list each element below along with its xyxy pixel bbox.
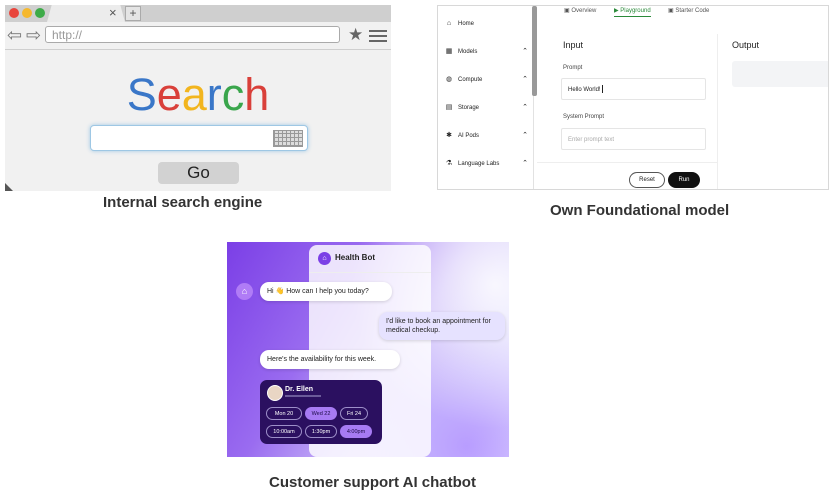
logo-letter: S [126, 69, 157, 120]
logo-letter: r [206, 69, 222, 120]
system-prompt-input[interactable]: Enter prompt text [561, 128, 706, 150]
tab-close-icon[interactable]: × [109, 6, 117, 20]
chatbot-panel: ⌂ Health Bot ⌂ Hi 👋 How can I help you t… [227, 242, 509, 457]
appointment-card: Dr. Ellen Mon 20 Wed 22 Fri 24 10:00am 1… [260, 380, 382, 444]
day-slot[interactable]: Fri 24 [340, 407, 368, 420]
logo-letter: h [244, 69, 270, 120]
bot-message: Here's the availability for this week. [260, 350, 400, 369]
chat-header: ⌂ Health Bot [309, 245, 431, 273]
chevron-up-icon[interactable]: ⌃ [522, 130, 528, 142]
prompt-label: Prompt [563, 65, 583, 71]
search-browser-panel: × + ⇦ ⇨ http:// ★ Search Go [5, 5, 391, 191]
models-icon: ▦ [445, 48, 453, 55]
browser-tab-bar: × + [5, 5, 391, 22]
chevron-up-icon[interactable]: ⌃ [522, 158, 528, 170]
compute-icon: ◍ [445, 76, 453, 83]
tab-overview[interactable]: ▣ Overview [564, 6, 596, 16]
time-slot[interactable]: 4:00pm [340, 425, 372, 438]
output-box [732, 61, 828, 87]
output-heading: Output [732, 40, 760, 50]
sidebar-item-storage[interactable]: ▤ Storage ⌃ [444, 102, 528, 114]
run-button[interactable]: Run [668, 172, 700, 188]
sidebar-item-language-labs[interactable]: ⚗ Language Labs ⌃ [444, 158, 528, 170]
logo-letter: a [181, 69, 207, 120]
bookmark-star-icon[interactable]: ★ [348, 25, 363, 45]
go-button[interactable]: Go [158, 162, 239, 184]
play-icon: ▶ [614, 8, 619, 14]
reset-button[interactable]: Reset [629, 172, 665, 188]
language-labs-icon: ⚗ [445, 160, 453, 167]
playground-tabs: ▣ Overview ▶ Playground ▣ Starter Code [538, 6, 828, 18]
browser-toolbar: ⇦ ⇨ http:// ★ [5, 22, 391, 50]
sidebar-item-ai-pods[interactable]: ✱ AI Pods ⌃ [444, 130, 528, 142]
search-input[interactable] [90, 125, 308, 151]
ai-pods-icon: ✱ [446, 132, 452, 139]
chatbot-caption: Customer support AI chatbot [269, 474, 476, 491]
day-slot[interactable]: Mon 20 [266, 407, 302, 420]
logo-letter: c [221, 69, 245, 120]
tab-label: Starter Code [675, 8, 710, 14]
forward-arrow-icon[interactable]: ⇨ [26, 26, 41, 44]
doctor-subtitle-placeholder [285, 395, 321, 397]
sidebar-item-label: Home [458, 21, 475, 27]
sidebar: ⌂ Home ▦ Models ⌃ ◍ Compute ⌃ ▤ Storage … [438, 6, 534, 189]
bot-avatar-icon: ⌂ [236, 283, 253, 300]
sidebar-item-compute[interactable]: ◍ Compute ⌃ [444, 74, 528, 86]
new-tab-button[interactable]: + [125, 6, 141, 21]
time-slot[interactable]: 1:30pm [305, 425, 337, 438]
doctor-avatar [267, 385, 283, 401]
keyboard-icon[interactable] [273, 130, 303, 147]
bot-message: Hi 👋 How can I help you today? [260, 282, 392, 301]
sidebar-item-label: Language Labs [458, 161, 500, 167]
overview-icon: ▣ [564, 8, 570, 14]
back-arrow-icon[interactable]: ⇦ [7, 26, 22, 44]
search-caption: Internal search engine [103, 194, 263, 211]
system-prompt-label: System Prompt [563, 114, 605, 120]
starter-code-icon: ▣ [668, 8, 674, 14]
sidebar-item-label: Models [458, 49, 478, 55]
logo-letter: e [156, 69, 182, 120]
sidebar-item-label: Storage [458, 105, 480, 111]
text-cursor [601, 85, 603, 94]
chat-title: Health Bot [335, 253, 375, 262]
model-playground-panel: ⌂ Home ▦ Models ⌃ ◍ Compute ⌃ ▤ Storage … [437, 5, 829, 190]
tab-label: Playground [620, 8, 651, 14]
day-slot[interactable]: Wed 22 [305, 407, 337, 420]
minimize-window-dot[interactable] [22, 8, 32, 18]
close-window-dot[interactable] [9, 8, 19, 18]
user-message: I'd like to book an appointment for medi… [379, 312, 505, 340]
search-logo: Search [5, 69, 391, 121]
sidebar-item-home[interactable]: ⌂ Home [444, 18, 528, 30]
chevron-up-icon[interactable]: ⌃ [522, 74, 528, 86]
doctor-name: Dr. Ellen [285, 386, 314, 393]
tab-starter-code[interactable]: ▣ Starter Code [668, 6, 709, 16]
chevron-up-icon[interactable]: ⌃ [522, 102, 528, 114]
home-icon: ⌂ [446, 20, 452, 27]
sidebar-item-label: AI Pods [458, 133, 480, 139]
time-slot[interactable]: 10:00am [266, 425, 302, 438]
tab-label: Overview [571, 8, 597, 14]
address-bar[interactable]: http:// [45, 26, 340, 43]
storage-icon: ▤ [445, 104, 453, 111]
robot-icon: ⌂ [318, 252, 331, 265]
menu-icon[interactable] [369, 30, 387, 45]
maximize-window-dot[interactable] [35, 8, 45, 18]
input-heading: Input [563, 40, 584, 50]
sidebar-item-models[interactable]: ▦ Models ⌃ [444, 46, 528, 58]
panel-divider [717, 34, 718, 189]
prompt-value: Hello World! [568, 87, 601, 93]
sidebar-item-label: Compute [458, 77, 483, 83]
chevron-up-icon[interactable]: ⌃ [522, 46, 528, 58]
action-bar: Reset Run [537, 162, 717, 189]
tab-playground[interactable]: ▶ Playground [614, 6, 651, 17]
model-caption: Own Foundational model [550, 202, 730, 219]
prompt-input[interactable]: Hello World! [561, 78, 706, 100]
resize-corner-icon [5, 183, 13, 191]
